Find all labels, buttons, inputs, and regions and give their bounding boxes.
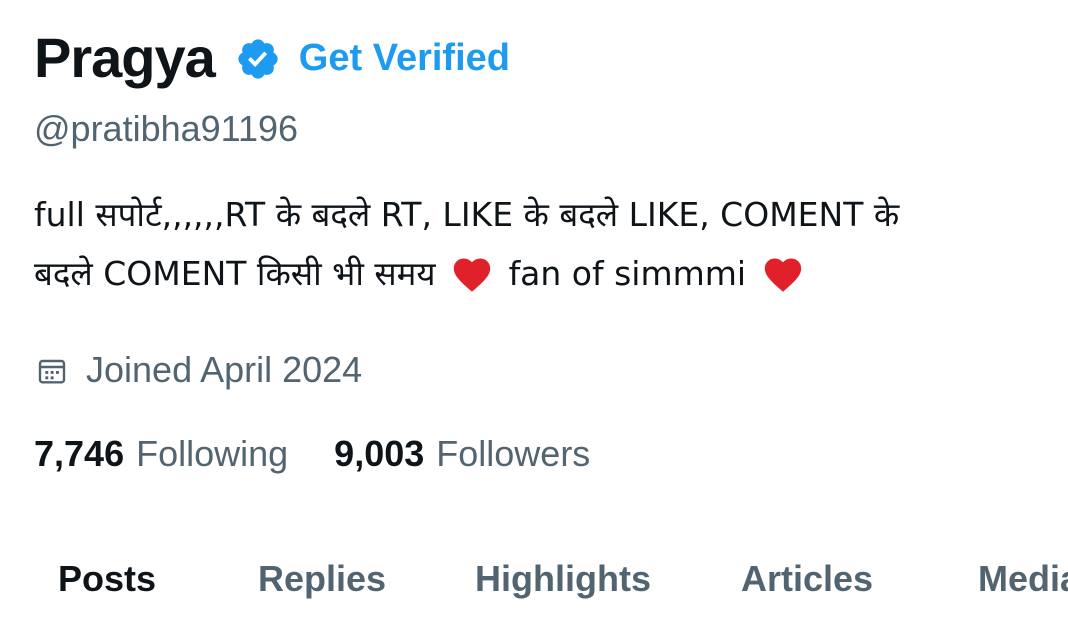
profile-bio: full सपोर्ट,,,,,,RT के बदले RT, LIKE के … [34,185,1044,303]
heart-icon [761,252,805,292]
calendar-icon [36,354,68,386]
tab-articles[interactable]: Articles [741,558,873,600]
following-count: 7,746 [34,433,125,474]
tab-highlights[interactable]: Highlights [475,558,651,600]
get-verified-link[interactable]: Get Verified [299,37,510,80]
profile-display-name: Pragya [34,25,216,89]
followers-label: Followers [436,433,591,474]
bio-line-2-text-b: fan of simmmi [508,254,747,293]
profile-handle: @pratibha91196 [34,108,299,149]
joined-date-text: Joined April 2024 [86,349,363,390]
heart-icon [450,252,494,292]
follow-stats: 7,746 Following 9,003 Followers [34,430,590,478]
bio-line-1: full सपोर्ट,,,,,,RT के बदले RT, LIKE के … [34,195,900,234]
following-label: Following [136,433,289,474]
profile-name-row: Pragya Get Verified [34,22,510,92]
tab-posts[interactable]: Posts [58,558,156,600]
followers-stat-link[interactable]: 9,003 Followers [334,433,590,475]
following-stat-link[interactable]: 7,746 Following [34,433,288,475]
joined-date-row: Joined April 2024 [36,347,362,393]
tab-media[interactable]: Media [978,558,1068,600]
followers-count: 9,003 [334,433,425,474]
bio-line-2: बदले COMENT किसी भी समय fan of simmmi [34,244,1044,303]
bio-line-2-text-a: बदले COMENT किसी भी समय [34,254,436,293]
profile-tabs: Posts Replies Highlights Articles Media [0,552,1068,612]
tab-replies[interactable]: Replies [258,558,386,600]
verified-badge-icon[interactable] [235,36,281,82]
